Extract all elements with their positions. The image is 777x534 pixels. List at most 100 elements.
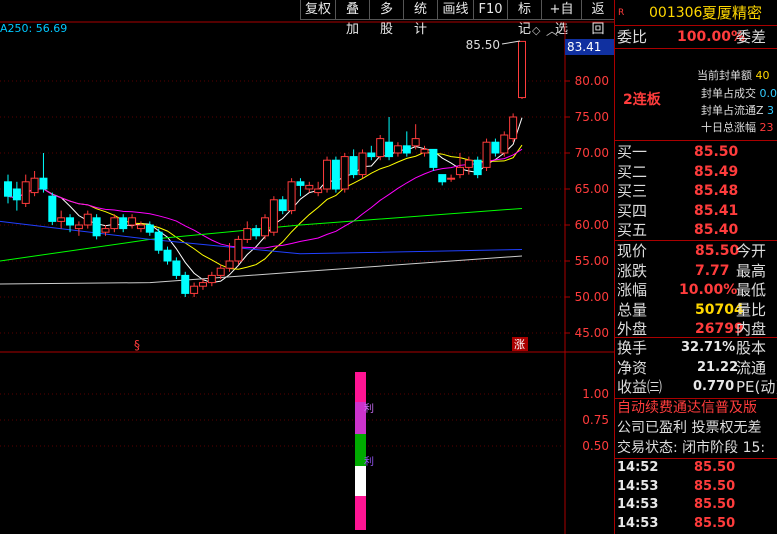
- bar-mark: 利: [364, 456, 374, 468]
- candle-body: [296, 181, 305, 186]
- fund-value: 32.71%: [681, 340, 736, 355]
- candle-body: [74, 224, 83, 230]
- candle-body: [163, 249, 172, 262]
- bid-label: 买五: [617, 221, 648, 239]
- candle-body: [349, 156, 358, 176]
- price-tick-label: 60.00: [575, 218, 609, 232]
- candlesticks: 85.50 § 涨: [4, 38, 528, 352]
- candle-body: [509, 116, 518, 140]
- candle-body: [101, 228, 110, 233]
- price-axis: 80.00 75.00 70.00 65.00 60.00 55.00 50.00 45.00: [565, 74, 609, 340]
- candle-body: [340, 156, 349, 190]
- candle-body: [367, 152, 376, 158]
- price-tick-label: 80.00: [575, 74, 609, 88]
- candle-body: [48, 195, 57, 222]
- tick-time: 14:53: [617, 515, 659, 531]
- price-tick-label: 50.00: [575, 290, 609, 304]
- stock-terminal: 复权 叠加 多股 统计 画线 F10 标记 +自选 返回 A250: 56.69…: [0, 0, 777, 534]
- candle-body: [216, 267, 225, 276]
- signal-bar-4: [355, 496, 366, 530]
- tick-price: 85.50: [694, 460, 736, 475]
- weibi-value: 100.00%: [677, 29, 746, 45]
- candle-body: [39, 177, 48, 190]
- notice-1[interactable]: 自动续费通达信普及版: [617, 398, 757, 418]
- notice-2: 公司已盈利 投票权无差: [617, 420, 762, 436]
- fund-label2: 流通: [736, 358, 767, 377]
- candle-body: [243, 228, 252, 240]
- candle-body: [92, 217, 101, 237]
- candle-body: [518, 40, 526, 99]
- candle-body: [402, 145, 411, 154]
- tick-price: 85.50: [694, 515, 736, 531]
- price-tick-label: 75.00: [575, 110, 609, 124]
- streak-label: 2连板: [623, 92, 661, 108]
- candle-body: [261, 217, 269, 237]
- signal-bar-3: [355, 466, 366, 496]
- limit-up-mark: 涨: [514, 338, 525, 351]
- candle-body: [154, 231, 163, 251]
- quote-label: 涨幅: [617, 281, 648, 299]
- candle-body: [385, 141, 394, 158]
- candle-body: [21, 181, 30, 204]
- quote-label: 外盘: [617, 320, 648, 338]
- fund-value: 21.22: [697, 359, 739, 375]
- bid-price: 85.48: [694, 183, 739, 199]
- moving-average-lines: [0, 117, 523, 285]
- candle-body: [30, 177, 39, 194]
- candle-body: [66, 217, 75, 226]
- stock-code: 001306: [649, 5, 703, 21]
- candle-body: [491, 141, 500, 154]
- quote-value: 10.00%: [679, 282, 738, 298]
- ma250-line: [0, 255, 523, 285]
- bid-price: 85.49: [694, 163, 739, 180]
- ma5-line: [7, 117, 523, 284]
- current-price-box: 83.41: [565, 39, 614, 55]
- board-line-4: 十日总涨幅 23: [701, 121, 774, 134]
- candle-body: [278, 199, 287, 212]
- tick-price: 85.50: [694, 478, 736, 494]
- tick-price: 85.50: [694, 497, 736, 512]
- bid-price: 85.50: [694, 144, 739, 160]
- candle-body: [57, 217, 66, 222]
- bid-label: 买三: [617, 182, 648, 200]
- bid-label: 买二: [617, 162, 648, 181]
- candle-body: [411, 138, 420, 147]
- candle-body: [464, 159, 473, 168]
- candle-body: [305, 184, 314, 190]
- fund-label: 换手: [617, 339, 648, 357]
- fund-label2: 股本: [736, 339, 767, 357]
- quote-label: 现价: [617, 242, 648, 260]
- sub-tick-label: 0.50: [582, 439, 609, 453]
- fund-label: 收益㈢: [617, 378, 663, 396]
- quote-label2: 最低: [736, 281, 767, 299]
- candle-body: [207, 274, 216, 284]
- fund-label2: PE(动): [736, 378, 777, 396]
- bid-price: 85.41: [694, 202, 739, 219]
- fund-value: 0.770: [693, 379, 735, 394]
- candle-body: [172, 260, 181, 276]
- candle-body: [314, 188, 323, 194]
- candle-body: [500, 134, 509, 154]
- candle-body: [83, 213, 92, 226]
- candle-body: [287, 181, 296, 212]
- bid-label: 买一: [617, 143, 648, 161]
- candle-body: [455, 166, 464, 176]
- candle-body: [190, 285, 199, 294]
- quote-value: 85.50: [695, 243, 740, 259]
- fund-label: 净资: [617, 358, 648, 377]
- candle-body: [234, 238, 243, 262]
- sub-indicator-panel: 1.000.750.50利利: [0, 372, 609, 530]
- r-badge: R: [618, 8, 625, 18]
- bid-price: 85.40: [694, 222, 739, 238]
- candle-body: [331, 159, 340, 190]
- tick-time: 14:53: [617, 478, 659, 494]
- quote-label2: 量比: [736, 300, 767, 319]
- candle-body: [393, 145, 402, 154]
- price-tick-label: 45.00: [575, 326, 609, 340]
- event-mark: §: [134, 338, 140, 352]
- kline-chart[interactable]: 85.50 § 涨 80.00 75.00 70.00 65.00 60.00 55.00 50…: [0, 0, 614, 534]
- candle-body: [269, 199, 278, 233]
- candle-body: [358, 152, 367, 176]
- candle-body: [128, 217, 137, 226]
- candle-body: [473, 159, 482, 176]
